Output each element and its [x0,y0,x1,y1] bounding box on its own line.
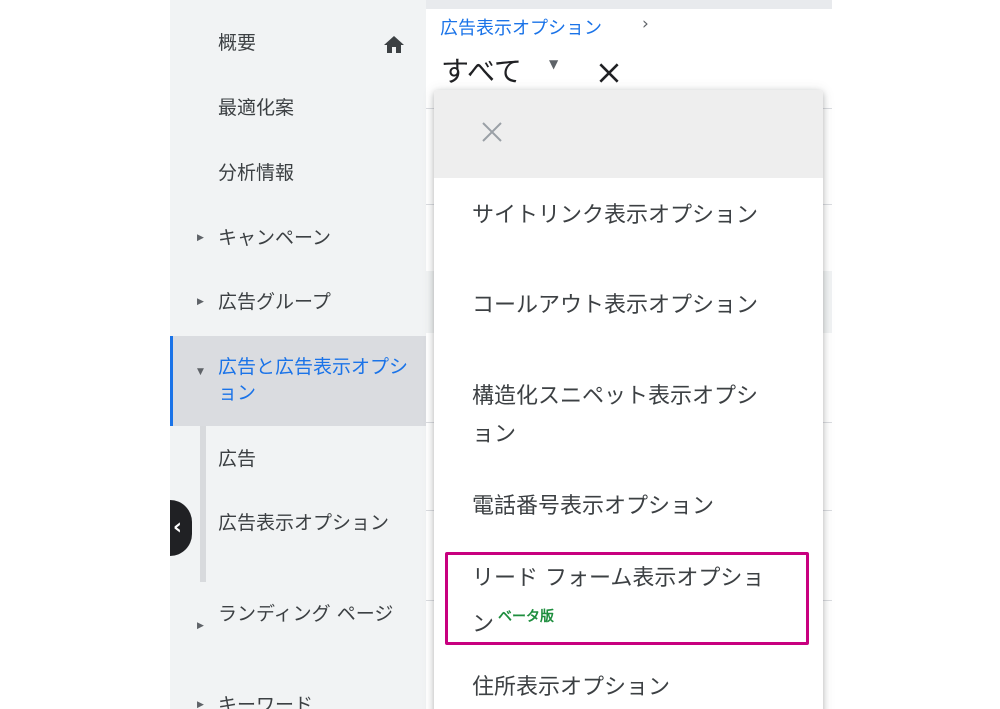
close-icon[interactable] [596,60,622,86]
sidebar-item-ad-groups[interactable]: ▶ 広告グループ [170,289,426,315]
sidebar-item-recommendations[interactable]: 最適化案 [170,95,426,121]
sidebar-item-extensions[interactable]: 広告表示オプション [170,510,426,562]
menu-item-sitelink[interactable]: サイトリンク表示オプション [472,197,778,235]
menu-item-call[interactable]: 電話番号表示オプション [472,488,778,526]
sidebar-item-label: キーワード [218,694,314,709]
sidebar-item-campaigns[interactable]: ▶ キャンペーン [170,225,426,251]
filter-title[interactable]: すべて [441,50,537,90]
menu-item-callout[interactable]: コールアウト表示オプション [472,287,778,325]
sidebar-item-label: 概要 [218,32,257,54]
sidebar-item-keywords[interactable]: ▶ キーワード [170,692,426,709]
sidebar-item-label: 広告 [218,448,257,470]
menu-item-label: 電話番号表示オプション [472,494,715,519]
sidebar-item-ads[interactable]: 広告 [170,446,426,472]
home-icon [384,36,404,53]
caret-right-icon: ▶ [197,233,204,243]
chevron-right-icon: › [642,14,649,34]
caret-right-icon: ▶ [197,297,204,307]
sidebar-item-label: 最適化案 [218,97,295,119]
sidebar-item-insights[interactable]: 分析情報 [170,160,426,186]
highlight-box [445,552,809,645]
caret-right-icon: ▶ [197,700,204,709]
menu-item-label: 住所表示オプション [472,675,671,700]
page-margin [0,490,170,570]
menu-item-label: サイトリンク表示オプション [472,203,759,228]
sidebar-item-label: 広告と広告表示オプション [218,356,409,404]
sidebar-item-label: ランディング ページ [218,603,394,625]
menu-item-label: コールアウト表示オプション [472,293,759,318]
chevron-left-icon: ‹ [172,515,182,540]
menu-item-structured-snippet[interactable]: 構造化スニペット表示オプション [472,378,778,454]
close-icon[interactable] [480,120,504,144]
breadcrumb[interactable]: 広告表示オプション [440,14,602,40]
sidebar-item-label: キャンペーン [218,227,332,249]
sidebar-item-label: 広告グループ [218,291,331,313]
sidebar-item-landing-pages[interactable]: ▶ ランディング ページ [170,601,426,653]
dropdown-arrow-icon[interactable]: ▼ [549,57,558,71]
menu-item-location[interactable]: 住所表示オプション [472,669,778,707]
menu-header [434,90,823,178]
menu-item-label: 構造化スニペット表示オプション [472,384,759,447]
caret-down-icon: ▼ [197,367,204,377]
sidebar: 概要 最適化案 分析情報 ▶ キャンペーン ▶ 広告グループ ▼ 広告と広告表示… [170,0,426,709]
sidebar-item-label: 分析情報 [218,162,295,184]
sidebar-item-label: 広告表示オプション [218,512,390,534]
caret-right-icon: ▶ [197,621,204,631]
